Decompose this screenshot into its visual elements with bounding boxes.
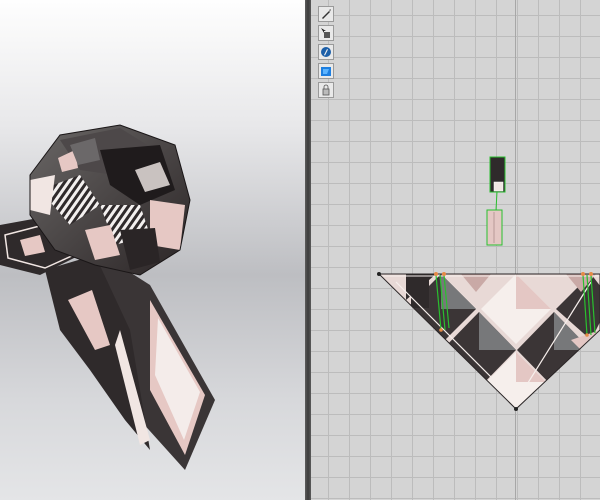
sewing-tool-icon — [321, 47, 331, 57]
edit-pattern-tool-button[interactable] — [318, 6, 334, 22]
3d-viewport[interactable] — [0, 0, 305, 500]
transform-pattern-tool-icon — [321, 28, 330, 38]
texture-tool-button[interactable] — [318, 63, 334, 79]
scarf-3d-model[interactable] — [0, 0, 305, 500]
pin-tool-icon — [322, 84, 330, 96]
pattern-piece-small-middle[interactable] — [486, 209, 503, 246]
texture-tool-icon — [321, 67, 331, 76]
2d-toolbar — [318, 6, 336, 98]
edit-pattern-tool-icon — [322, 9, 331, 19]
2d-pattern-window[interactable] — [311, 0, 600, 500]
transform-pattern-tool-button[interactable] — [318, 25, 334, 41]
sewing-tool-button[interactable] — [318, 44, 334, 60]
pattern-piece-small-top[interactable] — [489, 156, 506, 211]
pin-tool-button[interactable] — [318, 82, 334, 98]
pattern-piece-triangle-scarf[interactable] — [371, 270, 600, 420]
pattern-canvas[interactable] — [311, 0, 600, 500]
